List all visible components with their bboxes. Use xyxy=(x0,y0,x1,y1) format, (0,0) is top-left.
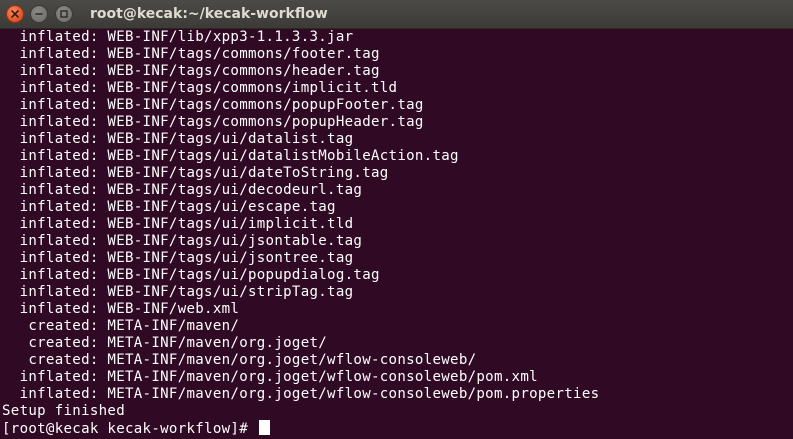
output-line: Setup finished xyxy=(2,403,125,419)
terminal-window: root@kecak:~/kecak-workflow inflated: WE… xyxy=(0,0,793,439)
output-line: inflated: WEB-INF/tags/commons/popupHead… xyxy=(2,114,424,130)
output-line: inflated: WEB-INF/tags/ui/datalist.tag xyxy=(2,131,354,147)
output-line: inflated: WEB-INF/lib/xpp3-1.1.3.3.jar xyxy=(2,29,354,45)
terminal-output[interactable]: inflated: WEB-INF/lib/xpp3-1.1.3.3.jar i… xyxy=(0,29,793,439)
window-title: root@kecak:~/kecak-workflow xyxy=(90,6,328,22)
output-line: created: META-INF/maven/org.joget/wflow-… xyxy=(2,352,477,368)
output-line: inflated: WEB-INF/tags/ui/decodeurl.tag xyxy=(2,182,363,198)
command-prompt-line[interactable]: [root@kecak kecak-workflow]# xyxy=(2,420,793,437)
output-line: inflated: WEB-INF/tags/ui/jsontable.tag xyxy=(2,233,363,249)
close-icon xyxy=(11,10,19,18)
maximize-button[interactable] xyxy=(55,5,73,23)
output-line: inflated: WEB-INF/tags/commons/header.ta… xyxy=(2,63,380,79)
output-line: created: META-INF/maven/org.joget/ xyxy=(2,335,328,351)
title-bar[interactable]: root@kecak:~/kecak-workflow xyxy=(0,0,793,29)
output-line: inflated: WEB-INF/tags/commons/popupFoot… xyxy=(2,97,424,113)
output-line: inflated: WEB-INF/tags/ui/jsontree.tag xyxy=(2,250,354,266)
output-line: inflated: WEB-INF/tags/commons/implicit.… xyxy=(2,80,398,96)
maximize-icon xyxy=(60,10,68,18)
minimize-icon xyxy=(35,13,43,15)
output-line: inflated: WEB-INF/tags/ui/stripTag.tag xyxy=(2,284,354,300)
output-line: created: META-INF/maven/ xyxy=(2,318,240,334)
minimize-button[interactable] xyxy=(30,5,48,23)
output-line: inflated: WEB-INF/tags/ui/dateToString.t… xyxy=(2,165,389,181)
output-line: inflated: WEB-INF/tags/ui/datalistMobile… xyxy=(2,148,459,164)
shell-prompt: [root@kecak kecak-workflow]# xyxy=(2,421,257,437)
close-button[interactable] xyxy=(6,5,24,23)
output-line: inflated: META-INF/maven/org.joget/wflow… xyxy=(2,386,600,402)
output-line: inflated: WEB-INF/tags/ui/popupdialog.ta… xyxy=(2,267,380,283)
output-line: inflated: WEB-INF/tags/ui/implicit.tld xyxy=(2,216,354,232)
text-cursor xyxy=(258,420,270,435)
output-line: inflated: META-INF/maven/org.joget/wflow… xyxy=(2,369,538,385)
output-line: inflated: WEB-INF/tags/ui/escape.tag xyxy=(2,199,336,215)
output-line: inflated: WEB-INF/tags/commons/footer.ta… xyxy=(2,46,380,62)
output-line: inflated: WEB-INF/web.xml xyxy=(2,301,240,317)
